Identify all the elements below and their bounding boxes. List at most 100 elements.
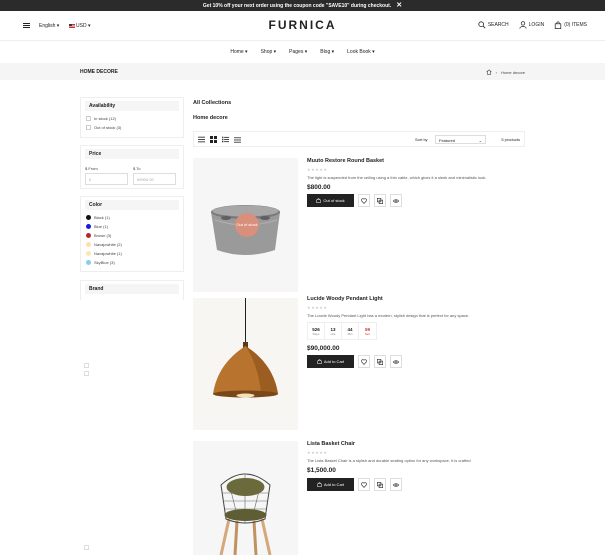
color-option[interactable]: Black (1)	[81, 213, 183, 222]
home-icon[interactable]	[486, 69, 492, 75]
all-collections-link[interactable]: All Collections	[193, 100, 231, 106]
wishlist-button[interactable]	[358, 194, 370, 207]
add-to-cart-button[interactable]: Add to Cart	[307, 478, 354, 491]
checkbox[interactable]	[84, 545, 89, 550]
compare-icon	[377, 197, 383, 204]
heart-icon	[361, 358, 367, 365]
out-of-stock-badge: Out of stock	[235, 213, 259, 237]
product-description: The light is suspended from the ceiling …	[307, 175, 487, 180]
countdown-timer: 526 Days 13 Hrs 44 Min 59 Sec	[307, 322, 377, 340]
color-option[interactable]: SkyBlue (3)	[81, 258, 183, 267]
product-name[interactable]: Lucide Woody Pendant Light	[307, 296, 383, 302]
price-to-input[interactable]: 99900.00	[133, 173, 176, 185]
breadcrumb-bar: HOME DECORE › Home decore	[0, 63, 605, 80]
bag-icon	[317, 359, 322, 364]
close-icon[interactable]: ✕	[396, 2, 402, 9]
nav-shop[interactable]: Shop ▾	[261, 49, 277, 55]
product-name[interactable]: Lista Basket Chair	[307, 441, 355, 447]
option-label: Navajowhite (2)	[94, 242, 122, 247]
out-of-stock-button[interactable]: Out of stock	[307, 194, 354, 207]
user-icon	[519, 21, 527, 29]
nav-look-book[interactable]: Look Book ▾	[347, 49, 375, 55]
search-button[interactable]: SEARCH	[478, 21, 509, 29]
filter-title[interactable]: Price	[85, 149, 179, 159]
filter-availability: Availability In stock (12) Out of stock …	[80, 97, 184, 138]
site-header: English ▾ USD ▾ FURNICA SEARCH LOGIN (0)…	[0, 11, 605, 41]
color-swatch	[86, 215, 91, 220]
compare-button[interactable]	[374, 355, 386, 368]
eye-icon	[393, 198, 399, 203]
list-detail-view-icon[interactable]	[222, 136, 229, 143]
bag-icon	[316, 198, 321, 203]
chevron-down-icon: ⌄	[478, 138, 482, 143]
grid-view-icon[interactable]	[210, 136, 217, 143]
login-label: LOGIN	[528, 22, 545, 28]
option-label: Brown (3)	[94, 233, 112, 238]
compact-list-view-icon[interactable]	[234, 136, 241, 143]
product-image[interactable]: Out of stock	[193, 158, 298, 292]
price-to-label: $ To	[133, 166, 141, 171]
cart-button[interactable]: (0) ITEMS	[554, 21, 587, 29]
bag-icon	[317, 482, 322, 487]
product-price: $90,000.00	[307, 345, 340, 352]
countdown-seconds: 59 Sec	[364, 326, 371, 336]
color-option[interactable]: Brown (3)	[81, 231, 183, 240]
product-description: The Lucide Woody Pendant Light has a mod…	[307, 313, 470, 318]
product-count: 5 products	[501, 137, 520, 142]
color-option[interactable]: Navajowhite (2)	[81, 240, 183, 249]
checkbox[interactable]	[84, 363, 89, 368]
product-price: $1,500.00	[307, 467, 336, 474]
countdown-days: 526 Days	[308, 323, 325, 339]
checkbox[interactable]	[84, 371, 89, 376]
button-label: Out of stock	[323, 198, 345, 203]
login-button[interactable]: LOGIN	[519, 21, 545, 29]
color-swatch	[86, 233, 91, 238]
filter-title[interactable]: Color	[85, 200, 179, 210]
checkbox[interactable]	[86, 125, 91, 130]
price-from-input[interactable]: 0	[85, 173, 128, 185]
filter-title[interactable]: Availability	[85, 101, 179, 111]
product-image[interactable]	[193, 298, 298, 430]
sort-select[interactable]: Featured ⌄	[435, 135, 486, 144]
product-card: Lista Basket Chair ★★★★★ The Lista Baske…	[193, 441, 525, 555]
wishlist-button[interactable]	[358, 355, 370, 368]
announcement-bar: Get 10% off your next order using the co…	[0, 0, 605, 11]
nav-pages[interactable]: Pages ▾	[289, 49, 307, 55]
rating-stars: ★★★★★	[307, 167, 328, 172]
product-price: $800.00	[307, 184, 331, 191]
compare-button[interactable]	[374, 478, 386, 491]
filter-option[interactable]: In stock (12)	[81, 114, 183, 123]
nav-blog[interactable]: Blog ▾	[320, 49, 334, 55]
sort-value: Featured	[439, 138, 456, 143]
compare-icon	[377, 358, 383, 365]
list-view-icon[interactable]	[198, 136, 205, 143]
option-label: Blue (1)	[94, 224, 109, 229]
quick-view-button[interactable]	[390, 355, 402, 368]
sort-label: Sort by	[415, 137, 428, 142]
checkbox[interactable]	[86, 116, 91, 121]
filter-option[interactable]: Out of stock (3)	[81, 123, 183, 132]
quick-view-button[interactable]	[390, 194, 402, 207]
compare-button[interactable]	[374, 194, 386, 207]
filter-title[interactable]: Brand	[85, 284, 179, 294]
color-option[interactable]: Blue (1)	[81, 222, 183, 231]
color-swatch	[86, 224, 91, 229]
main-nav: Home ▾ Shop ▾ Pages ▾ Blog ▾ Look Book ▾	[0, 44, 605, 60]
nav-home[interactable]: Home ▾	[230, 49, 247, 55]
countdown-hours: 13 Hrs	[325, 323, 342, 339]
product-toolbar: Sort by Featured ⌄ 5 products	[193, 131, 525, 147]
option-label: In stock (12)	[94, 116, 117, 121]
option-label: SkyBlue (3)	[94, 260, 115, 265]
breadcrumb-separator: ›	[495, 69, 497, 75]
eye-icon	[393, 482, 399, 487]
product-name[interactable]: Muuto Restore Round Basket	[307, 158, 384, 164]
breadcrumb: › Home decore	[486, 69, 525, 75]
quick-view-button[interactable]	[390, 478, 402, 491]
add-to-cart-button[interactable]: Add to Cart	[307, 355, 354, 368]
filter-brand: Brand	[80, 280, 184, 300]
product-image[interactable]	[193, 441, 298, 555]
product-card: Out of stock Muuto Restore Round Basket …	[193, 158, 525, 294]
wishlist-button[interactable]	[358, 478, 370, 491]
color-option[interactable]: Navajowhite (1)	[81, 249, 183, 258]
color-swatch	[86, 251, 91, 256]
